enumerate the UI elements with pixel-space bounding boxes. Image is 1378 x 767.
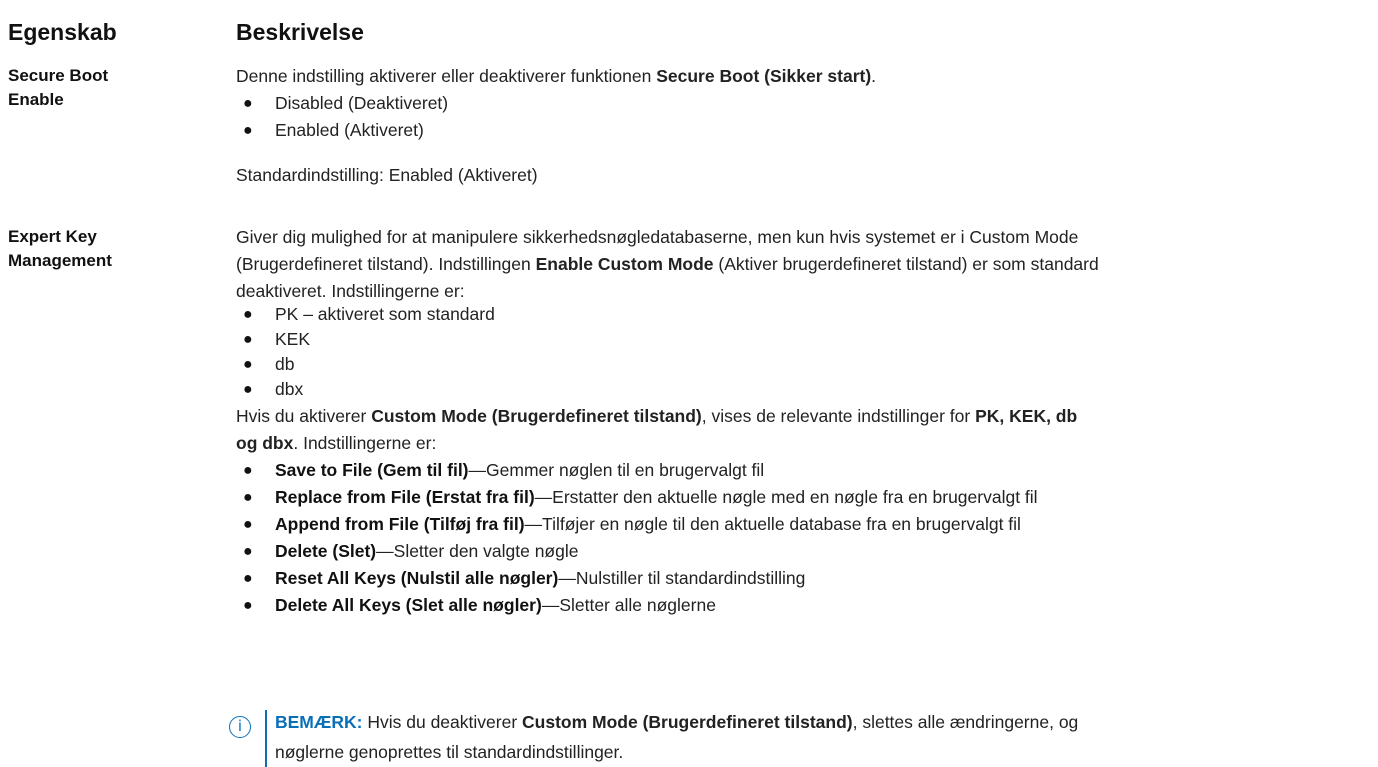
list-item: Delete All Keys (Slet alle nøgler)—Slett… xyxy=(275,595,716,615)
list-item: Disabled (Deaktiveret) xyxy=(275,93,449,113)
column-header-property: Egenskab xyxy=(8,19,117,45)
bold-term: Secure Boot (Sikker start) xyxy=(656,66,872,86)
list-item: Save to File (Gem til fil)—Gemmer nøglen… xyxy=(275,460,765,480)
property-name-line: Expert Key xyxy=(8,227,97,246)
list-item: Delete (Slet)—Sletter den valgte nøgle xyxy=(275,541,579,561)
property-name-line: Management xyxy=(8,251,112,270)
note-divider xyxy=(265,710,267,767)
bold-term: Custom Mode (Brugerdefineret tilstand) xyxy=(522,712,853,732)
list-item: Append from File (Tilføj fra fil)—Tilføj… xyxy=(275,514,1021,534)
list-item: KEK xyxy=(275,329,311,349)
bullet-dot-icon: ● xyxy=(243,95,253,112)
note-text: BEMÆRK: Hvis du deaktiverer Custom Mode … xyxy=(275,712,1079,762)
info-icon: i xyxy=(229,716,251,738)
bullet-dot-icon: ● xyxy=(243,570,253,587)
list-item: PK – aktiveret som standard xyxy=(275,304,495,324)
property-name: Secure Boot Enable xyxy=(8,64,108,112)
bold-term: PK, KEK, db xyxy=(975,406,1078,426)
list-item: Reset All Keys (Nulstil alle nøgler)—Nul… xyxy=(275,568,806,588)
property-name-line: Enable xyxy=(8,90,64,109)
bullet-dot-icon: ● xyxy=(243,597,253,614)
property-name-line: Secure Boot xyxy=(8,66,109,85)
bold-term: Custom Mode (Brugerdefineret tilstand) xyxy=(371,406,702,426)
description-text: Denne indstilling aktiverer eller deakti… xyxy=(236,66,877,86)
note-label: BEMÆRK: xyxy=(275,712,363,732)
bullet-dot-icon: ● xyxy=(243,122,253,139)
bullet-dot-icon: ● xyxy=(243,543,253,560)
bullet-dot-icon: ● xyxy=(243,462,253,479)
description-text: (Brugerdefineret tilstand). Indstillinge… xyxy=(236,254,1099,274)
bold-term: og dbx xyxy=(236,433,294,453)
bullet-dot-icon: ● xyxy=(243,489,253,506)
description-text: Hvis du aktiverer Custom Mode (Brugerdef… xyxy=(236,406,1078,426)
description-text: Giver dig mulighed for at manipulere sik… xyxy=(236,227,1079,247)
description-text: og dbx. Indstillingerne er: xyxy=(236,433,437,453)
description-text: deaktiveret. Indstillingerne er: xyxy=(236,281,465,301)
list-item: db xyxy=(275,354,295,374)
table-header: Egenskab Beskrivelse xyxy=(0,0,1378,47)
bullet-dot-icon: ● xyxy=(243,331,253,348)
bullet-dot-icon: ● xyxy=(243,381,253,398)
bullet-dot-icon: ● xyxy=(243,516,253,533)
list-item: Replace from File (Erstat fra fil)—Ersta… xyxy=(275,487,1038,507)
list-item: Enabled (Aktiveret) xyxy=(275,120,424,140)
default-setting: Standardindstilling: Enabled (Aktiveret) xyxy=(236,165,538,185)
bullet-dot-icon: ● xyxy=(243,306,253,323)
property-name: Expert Key Management xyxy=(8,225,112,273)
bullet-dot-icon: ● xyxy=(243,356,253,373)
bold-term: Enable Custom Mode xyxy=(535,254,714,274)
column-header-description: Beskrivelse xyxy=(236,19,364,45)
list-item: dbx xyxy=(275,379,304,399)
